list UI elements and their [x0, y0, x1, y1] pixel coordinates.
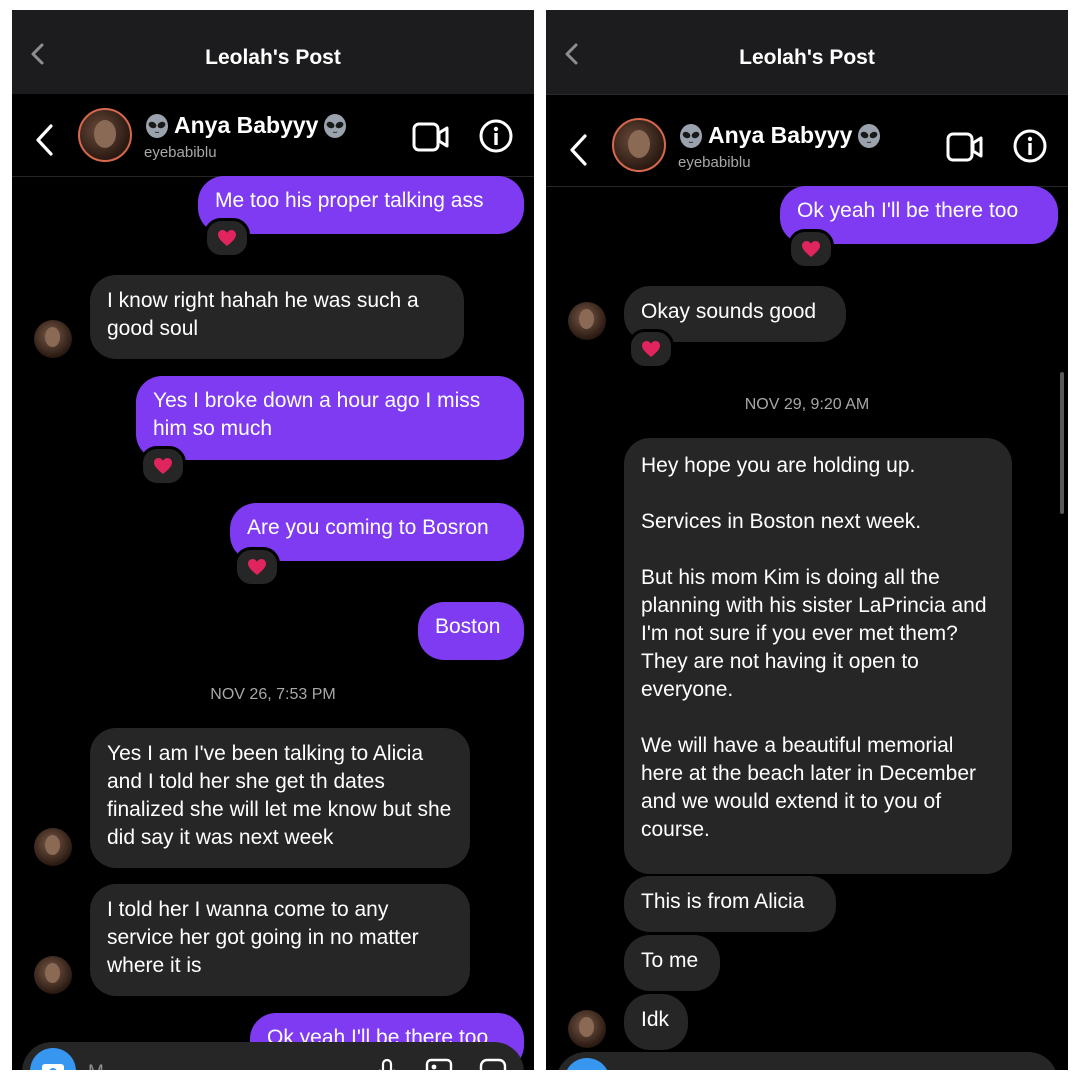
- red-heart-icon: [641, 340, 661, 358]
- contact-name[interactable]: Anya Babyyy: [678, 122, 882, 149]
- message-input[interactable]: M...: [88, 1062, 120, 1070]
- message-bubble-incoming[interactable]: I told her I wanna come to any service h…: [90, 884, 470, 996]
- right-screenshot: Leolah's Post Anya Babyyy eyebabiblu Ok …: [546, 10, 1068, 1070]
- reaction-badge[interactable]: [204, 218, 250, 258]
- chat-header: Anya Babyyy eyebabiblu: [12, 94, 534, 177]
- video-call-icon[interactable]: [946, 130, 984, 164]
- red-heart-icon: [247, 558, 267, 576]
- camera-icon: [42, 1064, 64, 1070]
- contact-name-text: Anya Babyyy: [708, 122, 853, 148]
- reaction-badge[interactable]: [628, 329, 674, 369]
- message-bubble-incoming[interactable]: Idk: [624, 994, 688, 1050]
- alien-emoji-icon: [856, 123, 882, 149]
- message-bubble-incoming[interactable]: Hey hope you are holding up. Services in…: [624, 438, 1012, 874]
- message-composer[interactable]: [556, 1052, 1058, 1070]
- post-header: Leolah's Post: [546, 18, 1068, 95]
- message-bubble-incoming[interactable]: Yes I am I've been talking to Alicia and…: [90, 728, 470, 868]
- message-composer[interactable]: M...: [22, 1042, 524, 1070]
- video-call-icon[interactable]: [412, 120, 450, 154]
- avatar: [34, 320, 72, 358]
- reaction-badge[interactable]: [140, 446, 186, 486]
- message-bubble-outgoing[interactable]: Boston: [418, 602, 524, 660]
- gallery-icon[interactable]: [424, 1056, 454, 1070]
- message-bubble-incoming[interactable]: I know right hahah he was such a good so…: [90, 275, 464, 359]
- back-arrow-icon[interactable]: [566, 132, 592, 168]
- timestamp: NOV 29, 9:20 AM: [744, 396, 870, 413]
- avatar: [568, 1010, 606, 1048]
- status-bar: [12, 10, 534, 18]
- post-title: Leolah's Post: [739, 46, 875, 69]
- alien-emoji-icon: [678, 123, 704, 149]
- message-bubble-outgoing[interactable]: Yes I broke down a hour ago I miss him s…: [136, 376, 524, 460]
- message-bubble-incoming[interactable]: This is from Alicia: [624, 876, 836, 932]
- chat-header: Anya Babyyy eyebabiblu: [546, 104, 1068, 187]
- red-heart-icon: [801, 240, 821, 258]
- contact-username: eyebabiblu: [144, 144, 217, 161]
- post-title: Leolah's Post: [205, 46, 341, 69]
- red-heart-icon: [153, 457, 173, 475]
- sticker-icon[interactable]: [478, 1056, 508, 1070]
- camera-icon: [564, 1058, 610, 1070]
- avatar: [34, 828, 72, 866]
- camera-button[interactable]: [564, 1058, 610, 1070]
- avatar: [568, 302, 606, 340]
- post-header: Leolah's Post: [12, 18, 534, 95]
- avatar[interactable]: [612, 118, 666, 172]
- scrollbar[interactable]: [1060, 372, 1064, 514]
- contact-name-text: Anya Babyyy: [174, 112, 319, 138]
- left-screenshot: Leolah's Post Anya Babyyy eyebabiblu Me …: [12, 10, 534, 1070]
- microphone-icon[interactable]: [372, 1056, 402, 1070]
- info-icon[interactable]: [1012, 128, 1048, 164]
- reaction-badge[interactable]: [788, 229, 834, 269]
- camera-button[interactable]: [30, 1048, 76, 1070]
- alien-emoji-icon: [144, 113, 170, 139]
- status-bar: [546, 10, 1068, 18]
- red-heart-icon: [217, 229, 237, 247]
- back-arrow-icon[interactable]: [32, 122, 58, 158]
- message-bubble-incoming[interactable]: To me: [624, 935, 720, 991]
- avatar: [34, 956, 72, 994]
- reaction-badge[interactable]: [234, 547, 280, 587]
- info-icon[interactable]: [478, 118, 514, 154]
- contact-username: eyebabiblu: [678, 154, 751, 171]
- contact-name[interactable]: Anya Babyyy: [144, 112, 348, 139]
- alien-emoji-icon: [322, 113, 348, 139]
- timestamp: NOV 26, 7:53 PM: [210, 686, 336, 703]
- avatar[interactable]: [78, 108, 132, 162]
